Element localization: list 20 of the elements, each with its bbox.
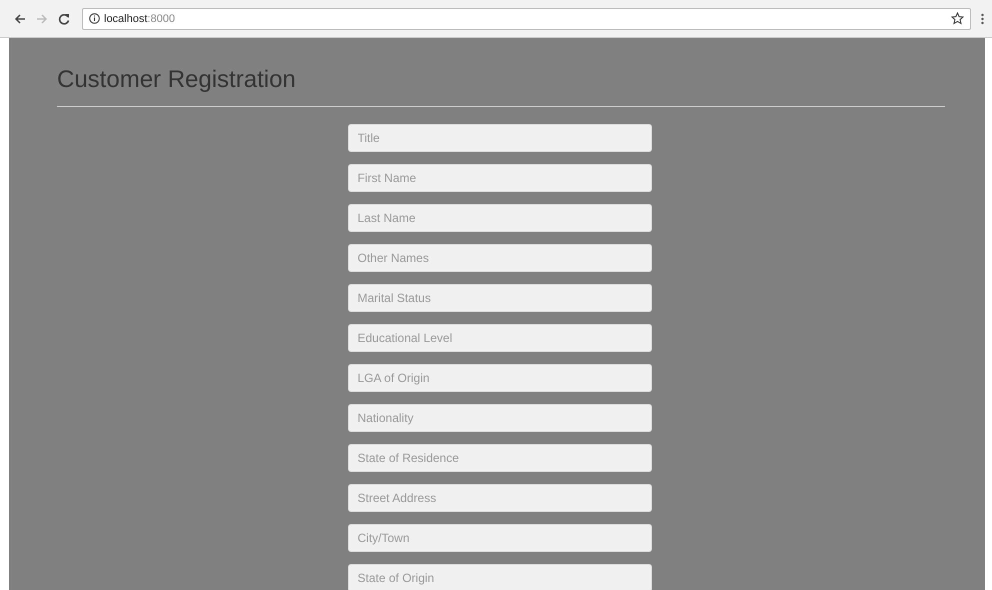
url-text: localhost:8000 [104,12,176,24]
back-arrow-icon[interactable] [14,12,26,24]
page-title: Customer Registration [57,66,297,94]
input-field[interactable]: First Name [348,164,652,192]
input-field[interactable]: Marital Status [348,284,652,312]
input-field[interactable]: LGA of Origin [348,364,652,392]
input-field[interactable]: State of Residence [348,444,652,472]
input-field[interactable]: Nationality [348,404,652,432]
input-field[interactable]: Other Names [348,244,652,272]
input-field[interactable]: City/Town [348,524,652,552]
address-bar[interactable]: localhost:8000 [82,8,971,30]
info-icon [89,13,100,24]
menu-icon[interactable] [981,12,984,24]
input-field[interactable]: Last Name [348,204,652,232]
input-field[interactable]: Educational Level [348,324,652,352]
input-field[interactable]: State of Origin [348,564,652,590]
input-field[interactable]: Street Address [348,484,652,512]
input-field[interactable]: Title [348,124,652,152]
bookmark-star-icon[interactable] [951,12,964,25]
reload-icon[interactable] [58,12,70,24]
